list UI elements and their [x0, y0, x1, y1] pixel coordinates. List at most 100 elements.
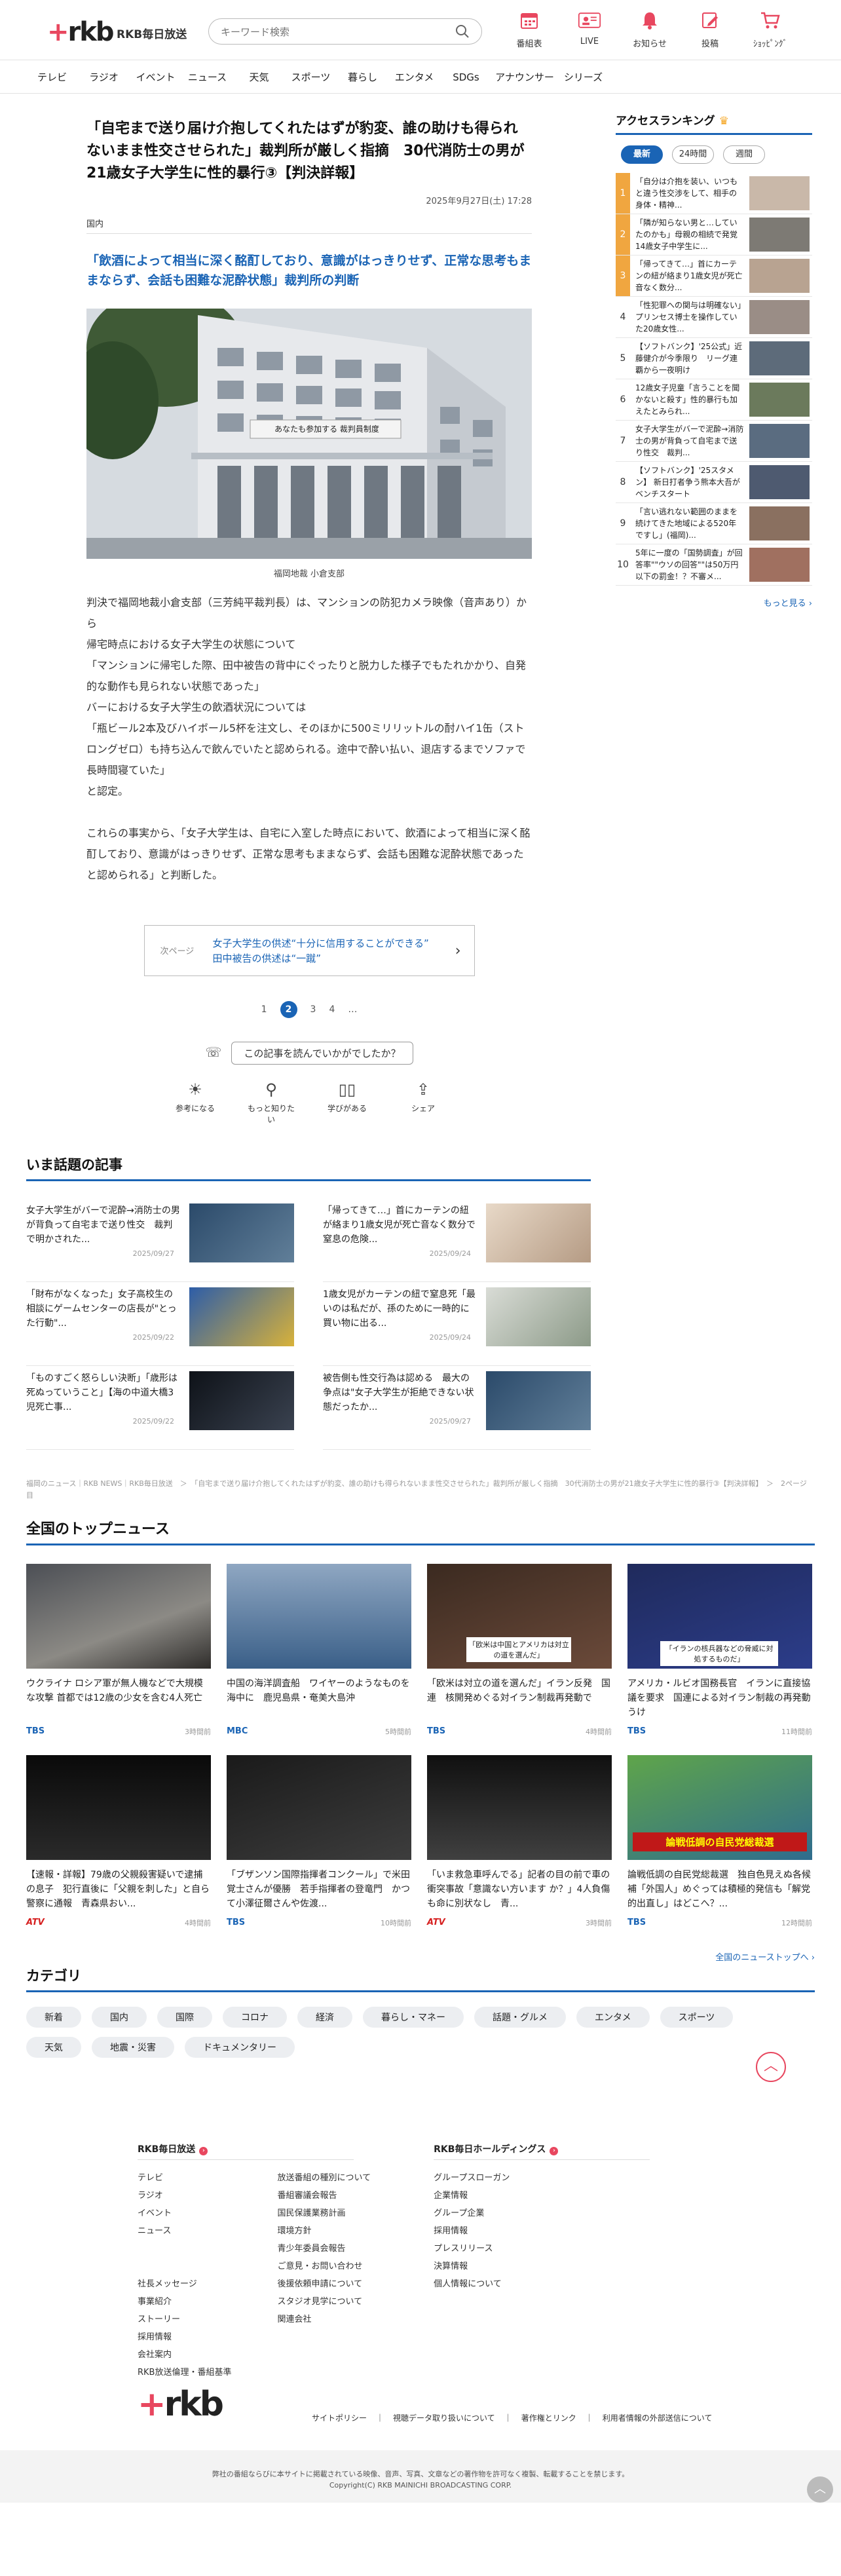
legal-link[interactable]: 利用者情報の外部送信について — [603, 2412, 713, 2423]
footer-link[interactable]: 環境方針 — [277, 2222, 371, 2240]
reaction-learned[interactable]: ▯▯ 学びがある — [324, 1080, 371, 1125]
news-card[interactable]: 「イランの核兵器などの脅威に対処するものだ」 アメリカ・ルビオ国務長官 イランに直… — [627, 1564, 812, 1755]
footer-link[interactable]: 社長メッセージ — [138, 2275, 231, 2293]
gnav-radio[interactable]: ラジオ — [78, 61, 130, 93]
ranking-more-link[interactable]: もっと見る › — [616, 596, 812, 609]
category-chip[interactable]: 経済 — [297, 2007, 352, 2028]
gnav-news[interactable]: ニュース — [181, 61, 233, 93]
footer-link[interactable]: 決算情報 — [434, 2258, 510, 2275]
footer-link[interactable]: グループ企業 — [434, 2205, 510, 2222]
header-nav-live[interactable]: LIVE — [559, 9, 620, 49]
category-chip[interactable]: 話題・グルメ — [474, 2007, 566, 2028]
category-chip[interactable]: 地震・災害 — [92, 2037, 174, 2058]
ranking-item[interactable]: 10 5年に一度の「国勢調査」が回答率""ウソの回答""は50万円以下の罰金！？不… — [616, 544, 812, 586]
news-card[interactable]: 「ブザンソン国際指揮者コンクール」で米田覚士さんが優勝 若手指揮者の登竜門 かつ… — [227, 1755, 411, 1946]
header-nav-shopping[interactable]: ｼｮｯﾋﾟﾝｸﾞ — [740, 9, 800, 49]
footer-link[interactable]: ご意見・お問い合わせ — [277, 2258, 371, 2275]
category-chip[interactable]: 国際 — [157, 2007, 212, 2028]
footer-link[interactable]: 採用情報 — [434, 2222, 510, 2240]
footer-link[interactable]: テレビ — [138, 2169, 231, 2187]
gnav-entertainment[interactable]: エンタメ — [388, 61, 440, 93]
news-card[interactable]: 中国の海洋調査船 ワイヤーのようなものを海中に 鹿児島県・奄美大島沖 MBC 5時間… — [227, 1564, 411, 1755]
page-link[interactable]: 4 — [329, 1004, 335, 1015]
header-nav-notifications[interactable]: お知らせ — [620, 9, 680, 49]
page-link[interactable]: 1 — [261, 1004, 267, 1015]
category-chip[interactable]: 暮らし・マネー — [363, 2007, 464, 2028]
page-link[interactable]: 3 — [310, 1004, 316, 1015]
hot-topic-item[interactable]: 「財布がなくなった」女子高校生の相談にゲームセンターの店長が"とった行動"...… — [26, 1282, 294, 1366]
tab-24h[interactable]: 24時間 — [672, 145, 714, 164]
gnav-sports[interactable]: スポーツ — [285, 61, 337, 93]
scroll-top-fab[interactable]: ︿ — [807, 2476, 833, 2503]
footer-link[interactable]: スタジオ見学について — [277, 2293, 371, 2311]
category-chip[interactable]: 国内 — [92, 2007, 147, 2028]
breadcrumb[interactable]: 福岡のニュース｜RKB NEWS｜RKB毎日放送 ＞ 「自宅まで送り届け介抱して… — [26, 1478, 812, 1502]
news-card[interactable]: 【速報・詳報】79歳の父親殺害疑いで逮捕の息子 犯行直後に「父親を刺した」と自ら… — [26, 1755, 211, 1946]
ranking-item[interactable]: 1 「自分は介抱を装い、いつもと違う性交渉をして、相手の身体・精神... — [616, 173, 812, 214]
reaction-helpful[interactable]: ☀ 参考になる — [172, 1080, 219, 1125]
footer-link[interactable]: ラジオ — [138, 2187, 231, 2205]
news-card[interactable]: 論戦低調の自民党総裁選 論戦低調の自民党総裁選 独自色見えぬ各候補「外国人」めぐっ… — [627, 1755, 812, 1946]
top-news-more-link[interactable]: 全国のニューストップへ › — [26, 1950, 815, 1963]
legal-link[interactable]: 視聴データ取り扱いについて — [393, 2412, 495, 2423]
news-card[interactable]: 「欧米は中国とアメリカは対立の道を選んだ」 「欧米は対立の道を選んだ」イラン反発 … — [427, 1564, 612, 1755]
gnav-weather[interactable]: 天気 — [233, 61, 285, 93]
ranking-item[interactable]: 6 12歳女子児童「言うことを聞かないと殺す」性的暴行も加えたとみられ... — [616, 379, 812, 421]
footer-link[interactable]: 事業紹介 — [138, 2293, 231, 2311]
footer-link[interactable]: ニュース — [138, 2222, 231, 2240]
hot-topic-item[interactable]: 「帰ってきて…」首にカーテンの紐が絡まり1歳女児が死亡音なく数分で窒息の危険..… — [323, 1198, 591, 1282]
hot-topic-item[interactable]: 「ものすごく怒らしい決断」「歳形は死ぬっていうこと」【海の中道大橋3児死亡事..… — [26, 1366, 294, 1450]
footer-link[interactable]: RKB放送倫理・番組基準 — [138, 2364, 231, 2381]
search-input[interactable] — [221, 25, 437, 39]
footer-link[interactable]: 採用情報 — [138, 2328, 231, 2346]
news-card[interactable]: 「いま救急車呼んでる」記者の目の前で車の衝突事故「意識ない方います か？」4人負… — [427, 1755, 612, 1946]
gnav-tv[interactable]: テレビ — [26, 61, 78, 93]
footer-link[interactable]: 青少年委員会報告 — [277, 2240, 371, 2258]
gnav-announcer[interactable]: アナウンサー — [492, 61, 557, 93]
rkb-logo[interactable]: +rkb — [47, 17, 114, 47]
next-page-link[interactable]: 次ページ 女子大学生の供述“十分に信用することができる” 田中被告の供述は“一蹴… — [143, 925, 475, 976]
hot-topic-item[interactable]: 女子大学生がバーで泥酔→消防士の男が背負って自宅まで送り性交 裁判で明かされた.… — [26, 1198, 294, 1282]
ranking-item[interactable]: 7 女子大学生がバーで泥酔→消防士の男が背負って自宅まで送り性交 裁判... — [616, 421, 812, 462]
header-nav-tv-guide[interactable]: 番組表 — [499, 9, 559, 49]
reaction-want-more[interactable]: ⚲ もっと知りたい — [248, 1080, 295, 1125]
hot-topic-item[interactable]: 被告側も性交行為は認める 最大の争点は"女子大学生が拒絶できない状態だったか..… — [323, 1366, 591, 1450]
category-chip[interactable]: コロナ — [223, 2007, 287, 2028]
article-category[interactable]: 国内 — [86, 217, 532, 234]
footer-link[interactable]: 企業情報 — [434, 2187, 510, 2205]
footer-rkb-logo[interactable]: +rkb — [138, 2385, 224, 2424]
ranking-item[interactable]: 4 「性犯罪への関与は明確ない」プリンセス博士を操作していた20歳女性... — [616, 297, 812, 338]
footer-link[interactable]: ストーリー — [138, 2311, 231, 2328]
ranking-item[interactable]: 2 「隣が知らない男と…していたのかも」母親の相続で発覚 14歳女子中学生に... — [616, 214, 812, 256]
category-chip[interactable]: 新着 — [26, 2007, 81, 2028]
legal-link[interactable]: サイトポリシー — [312, 2412, 367, 2423]
footer-link[interactable]: 個人情報について — [434, 2275, 510, 2293]
footer-link[interactable]: プレスリリース — [434, 2240, 510, 2258]
ranking-item[interactable]: 3 「帰ってきて…」首にカーテンの紐が絡まり1歳女児が死亡音なく数分... — [616, 256, 812, 297]
reaction-share[interactable]: ⇪ シェア — [400, 1080, 447, 1125]
footer-link[interactable]: 放送番組の種別について — [277, 2169, 371, 2187]
gnav-life[interactable]: 暮らし — [337, 61, 388, 93]
footer-link[interactable]: 会社案内 — [138, 2346, 231, 2364]
gnav-sdgs[interactable]: SDGs — [440, 61, 492, 93]
back-to-top-button[interactable]: ︿ — [756, 2052, 786, 2082]
footer-link[interactable]: 番組審議会報告 — [277, 2187, 371, 2205]
category-chip[interactable]: 天気 — [26, 2037, 81, 2058]
tab-latest[interactable]: 最新 — [621, 145, 663, 164]
tab-weekly[interactable]: 週間 — [723, 145, 765, 164]
footer-link[interactable]: イベント — [138, 2205, 231, 2222]
category-chip[interactable]: エンタメ — [576, 2007, 650, 2028]
category-chip[interactable]: ドキュメンタリー — [185, 2037, 295, 2058]
footer-link[interactable]: 関連会社 — [277, 2311, 371, 2328]
footer-link[interactable]: 後援依頼申請について — [277, 2275, 371, 2293]
hot-topic-item[interactable]: 1歳女児がカーテンの紐で窒息死「最いのは私だが、孫のために一時的に買い物に出る.… — [323, 1282, 591, 1366]
footer-link[interactable]: グループスローガン — [434, 2169, 510, 2187]
ranking-item[interactable]: 9 「言い逃れない範囲のままを続けてきた地域による520年ですし」(福岡)... — [616, 503, 812, 544]
category-chip[interactable]: スポーツ — [660, 2007, 734, 2028]
gnav-series[interactable]: シリーズ — [557, 61, 609, 93]
news-card[interactable]: ウクライナ ロシア軍が無人機などで大規模な攻撃 首都では12歳の少女を含む4人死… — [26, 1564, 211, 1755]
ranking-item[interactable]: 8 【ソフトバンク】'25スタメン】 新日打者争う熊本大吾がベンチスタート — [616, 462, 812, 503]
search-icon[interactable] — [455, 24, 470, 41]
ranking-item[interactable]: 5 【ソフトバンク】'25公式」近藤健介が今季限り リーグ連覇から一夜明け — [616, 338, 812, 379]
gnav-event[interactable]: イベント — [130, 61, 181, 93]
